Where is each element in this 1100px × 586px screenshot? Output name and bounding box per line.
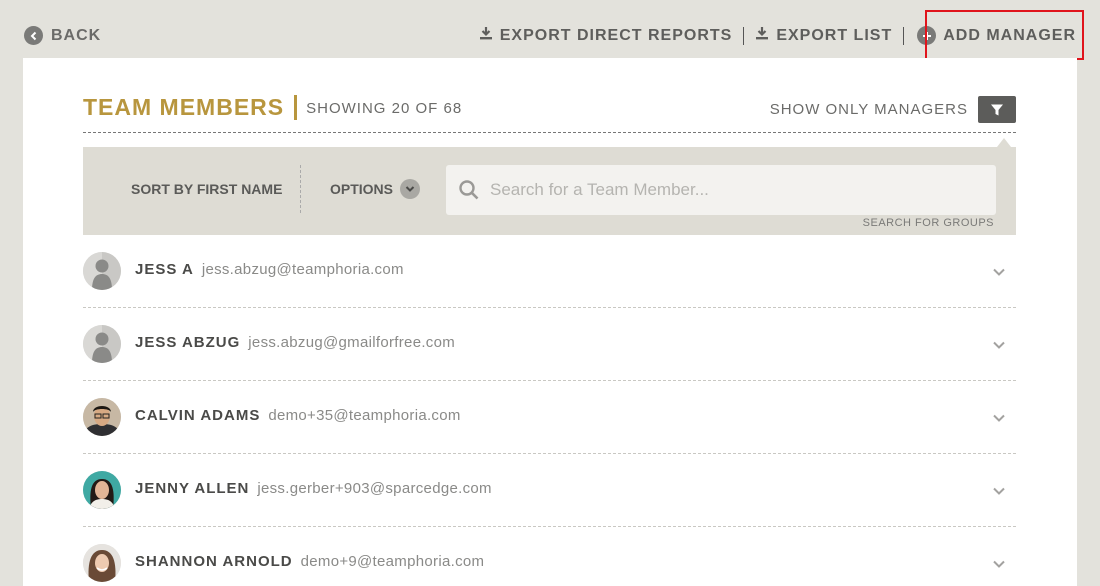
member-email: jess.gerber+903@sparcedge.com (257, 480, 492, 497)
showing-count: SHOWING 20 OF 68 (306, 100, 463, 117)
member-email: jess.abzug@gmailforfree.com (248, 334, 456, 351)
back-button[interactable]: BACK (24, 26, 101, 45)
member-name: JENNY ALLEN jess.gerber+903@sparcedge.com (135, 480, 492, 497)
chevron-down-icon[interactable] (992, 484, 1006, 498)
sort-by-first-name-button[interactable]: SORT BY FIRST NAME (131, 181, 282, 197)
download-icon (479, 26, 493, 45)
chevron-down-icon[interactable] (992, 411, 1006, 425)
add-manager-button[interactable]: ADD MANAGER (915, 26, 1078, 45)
team-member-row[interactable]: SHANNON ARNOLD demo+9@teamphoria.com (83, 527, 1016, 586)
member-name-text: JENNY ALLEN (135, 480, 250, 497)
avatar-photo (83, 398, 121, 436)
filter-button[interactable] (978, 96, 1016, 123)
divider (743, 26, 745, 45)
team-member-row[interactable]: CALVIN ADAMS demo+35@teamphoria.com (83, 381, 1016, 454)
avatar-photo (83, 544, 121, 582)
title-group: TEAM MEMBERS SHOWING 20 OF 68 (83, 94, 462, 121)
add-manager-label: ADD MANAGER (943, 26, 1076, 44)
show-only-managers-toggle[interactable]: SHOW ONLY MANAGERS (770, 96, 1016, 123)
download-icon (755, 26, 769, 45)
card-header: TEAM MEMBERS SHOWING 20 OF 68 SHOW ONLY … (83, 94, 1016, 134)
chevron-down-icon[interactable] (992, 265, 1006, 279)
team-member-list: JESS A jess.abzug@teamphoria.com JESS ABZ… (83, 235, 1016, 586)
team-members-card: TEAM MEMBERS SHOWING 20 OF 68 SHOW ONLY … (23, 58, 1077, 586)
member-email: demo+9@teamphoria.com (300, 553, 485, 570)
member-name: CALVIN ADAMS demo+35@teamphoria.com (135, 407, 461, 424)
team-member-row[interactable]: JESS ABZUG jess.abzug@gmailforfree.com (83, 308, 1016, 381)
filter-icon (991, 104, 1003, 115)
search-input[interactable] (490, 180, 970, 200)
member-email: demo+35@teamphoria.com (268, 407, 461, 424)
member-email: jess.abzug@teamphoria.com (201, 261, 404, 278)
top-bar: BACK EXPORT DIRECT REPORTS EXPORT LIST A… (0, 0, 1100, 60)
member-name-text: CALVIN ADAMS (135, 407, 261, 424)
export-list-button[interactable]: EXPORT LIST (755, 26, 892, 45)
export-direct-reports-button[interactable]: EXPORT DIRECT REPORTS (479, 26, 733, 45)
divider (903, 26, 905, 45)
chevron-left-icon (24, 26, 43, 45)
title-divider (294, 95, 298, 120)
chevron-down-icon[interactable] (992, 557, 1006, 571)
member-name-text: JESS ABZUG (135, 334, 241, 351)
show-only-managers-label: SHOW ONLY MANAGERS (769, 101, 968, 118)
search-for-groups-link[interactable]: SEARCH FOR GROUPS (863, 217, 994, 229)
chevron-down-icon[interactable] (992, 338, 1006, 352)
search-box[interactable] (446, 165, 996, 215)
default-avatar-icon (83, 325, 121, 363)
options-label: OPTIONS (330, 181, 394, 197)
page-title: TEAM MEMBERS (83, 94, 285, 120)
options-dropdown[interactable]: OPTIONS (330, 179, 421, 199)
toolbar-divider (300, 165, 301, 213)
team-member-row[interactable]: JESS A jess.abzug@teamphoria.com (83, 235, 1016, 308)
avatar-photo (83, 471, 121, 509)
member-name-text: JESS A (135, 261, 194, 278)
filter-toolbar: SORT BY FIRST NAME OPTIONS SEARCH FOR GR… (83, 147, 1016, 235)
member-name: JESS A jess.abzug@teamphoria.com (135, 261, 404, 278)
team-member-row[interactable]: JENNY ALLEN jess.gerber+903@sparcedge.com (83, 454, 1016, 527)
search-icon (459, 180, 479, 200)
header-divider (83, 132, 1016, 133)
plus-icon (917, 26, 937, 45)
chevron-down-icon (400, 179, 421, 199)
member-name: JESS ABZUG jess.abzug@gmailforfree.com (135, 334, 455, 351)
export-direct-reports-label: EXPORT DIRECT REPORTS (499, 26, 733, 44)
member-name: SHANNON ARNOLD demo+9@teamphoria.com (135, 553, 484, 570)
back-label: BACK (51, 26, 102, 44)
default-avatar-icon (83, 252, 121, 290)
top-actions: EXPORT DIRECT REPORTS EXPORT LIST ADD MA… (479, 26, 1078, 45)
export-list-label: EXPORT LIST (776, 26, 893, 44)
member-name-text: SHANNON ARNOLD (135, 553, 293, 570)
dropdown-caret (997, 138, 1011, 147)
